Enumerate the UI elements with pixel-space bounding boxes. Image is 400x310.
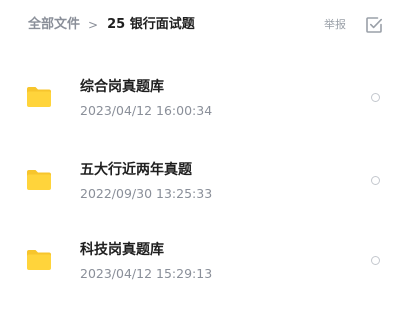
- folder-icon: [26, 86, 52, 108]
- breadcrumb-separator: >: [88, 18, 99, 32]
- breadcrumb-root-link[interactable]: 全部文件: [28, 16, 80, 34]
- breadcrumb: 全部文件 > 25 银行面试题: [28, 16, 195, 34]
- breadcrumb-current-folder: 25 银行面试题: [107, 17, 195, 32]
- file-row[interactable]: 科技岗真题库 2023/04/12 15:29:13: [0, 225, 400, 299]
- file-date: 2022/09/30 13:25:33: [80, 186, 213, 201]
- folder-icon: [26, 169, 52, 191]
- file-name: 五大行近两年真题: [80, 162, 192, 178]
- select-radio[interactable]: [371, 93, 380, 102]
- header-bar: 全部文件 > 25 银行面试题 举报: [0, 0, 400, 52]
- file-row[interactable]: 综合岗真题库 2023/04/12 16:00:34: [0, 62, 400, 136]
- file-date: 2023/04/12 16:00:34: [80, 103, 213, 118]
- report-button[interactable]: 举报: [324, 17, 346, 33]
- select-radio[interactable]: [371, 256, 380, 265]
- checkbox-icon[interactable]: [364, 15, 384, 35]
- file-row[interactable]: 五大行近两年真题 2022/09/30 13:25:33: [0, 145, 400, 219]
- file-name: 科技岗真题库: [80, 242, 164, 258]
- select-radio[interactable]: [371, 176, 380, 185]
- folder-icon: [26, 249, 52, 271]
- file-name: 综合岗真题库: [80, 79, 164, 95]
- file-date: 2023/04/12 15:29:13: [80, 266, 213, 281]
